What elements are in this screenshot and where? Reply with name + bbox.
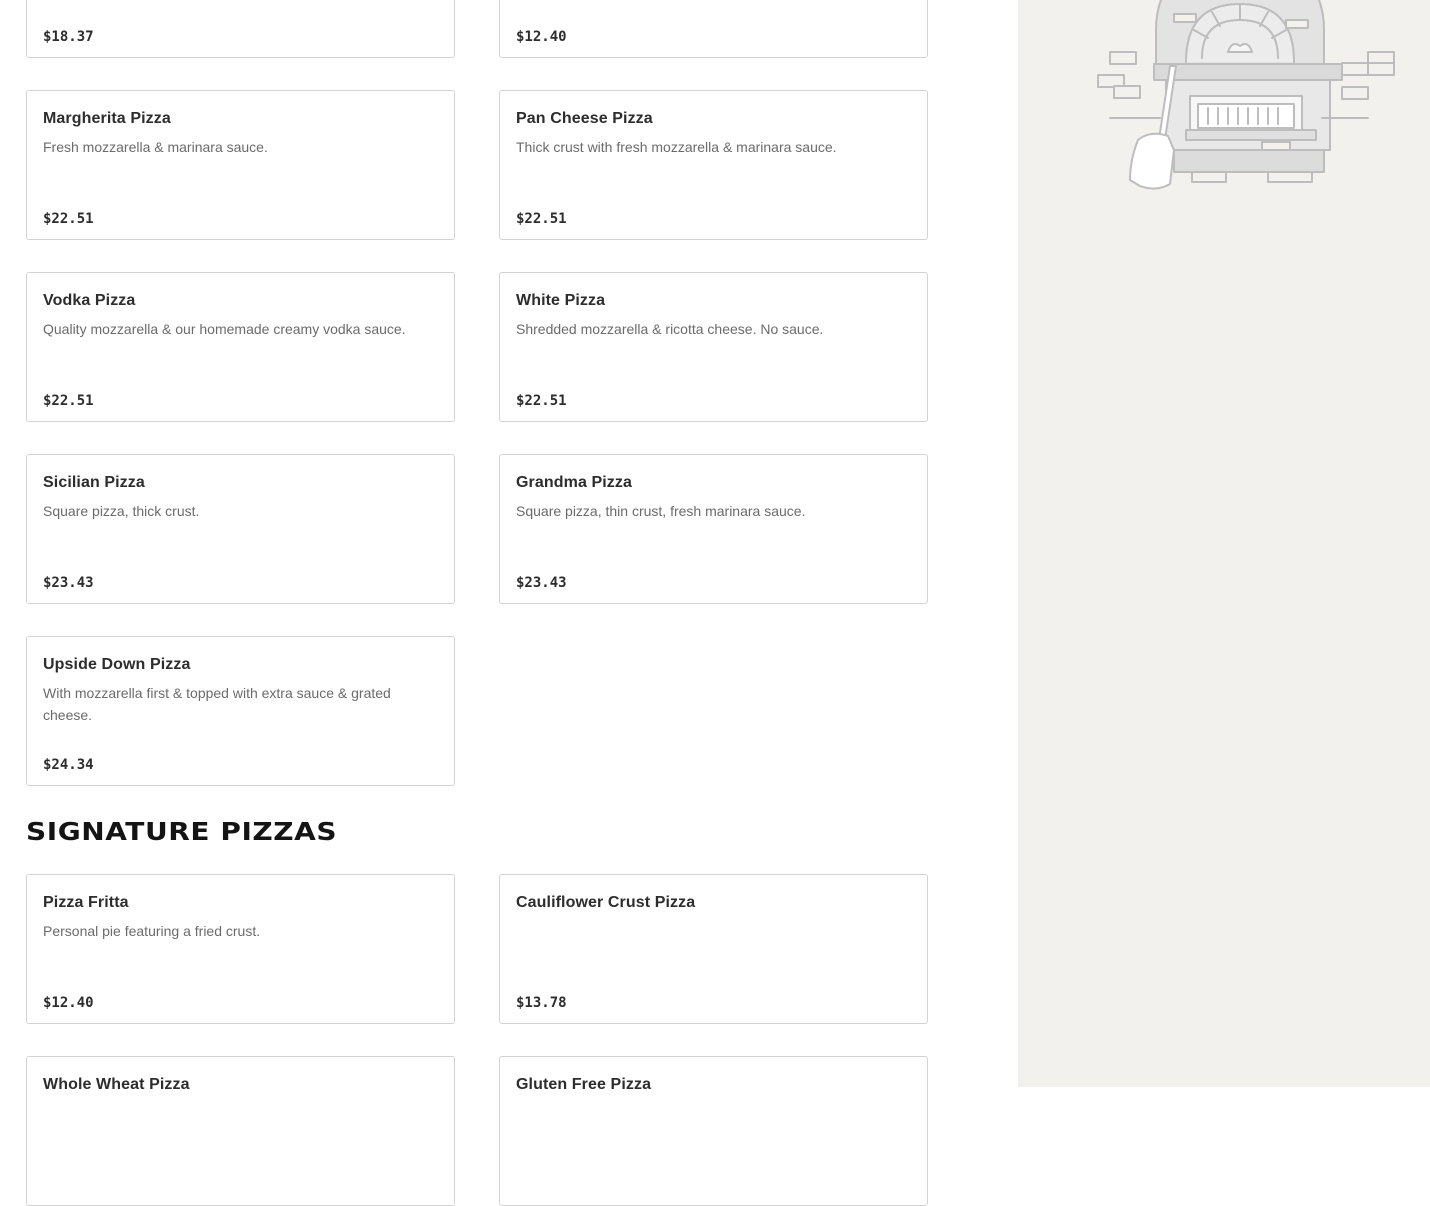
menu-item-name: Grandma Pizza (516, 474, 633, 491)
menu-item-card[interactable]: $12.40 (499, 0, 928, 58)
menu-item-name: Upside Down Pizza (43, 656, 191, 673)
menu-item-card[interactable]: Upside Down Pizza With mozzarella first … (26, 636, 455, 786)
menu-item-price: $24.34 (43, 757, 94, 773)
menu-item-name: Gluten Free Pizza (516, 1076, 652, 1093)
pizza-oven-icon (1097, 0, 1395, 190)
menu-item-card[interactable]: Margherita Pizza Fresh mozzarella & mari… (26, 90, 455, 240)
menu-item-card[interactable]: White Pizza Shredded mozzarella & ricott… (499, 272, 928, 422)
menu-item-description: Square pizza, thin crust, fresh marinara… (516, 503, 806, 519)
menu-item-description: With mozzarella first & topped with extr… (43, 685, 391, 723)
menu-item-price: $23.43 (516, 575, 567, 591)
menu-item-name: Whole Wheat Pizza (43, 1076, 190, 1093)
menu-item-price: $22.51 (516, 393, 567, 409)
menu-item-card[interactable]: Vodka Pizza Quality mozzarella & our hom… (26, 272, 455, 422)
menu-item-card[interactable]: Pizza Fritta Personal pie featuring a fr… (26, 874, 455, 1024)
menu-item-price: $12.40 (516, 29, 567, 45)
menu-item-description: Thick crust with fresh mozzarella & mari… (516, 139, 837, 155)
menu-item-description: Shredded mozzarella & ricotta cheese. No… (516, 321, 824, 337)
menu-item-card[interactable]: Grandma Pizza Square pizza, thin crust, … (499, 454, 928, 604)
menu-item-card[interactable]: Cauliflower Crust Pizza $13.78 (499, 874, 928, 1024)
menu-item-price: $12.40 (43, 995, 94, 1011)
menu-item-price: $22.51 (43, 393, 94, 409)
menu-item-description: Fresh mozzarella & marinara sauce. (43, 139, 268, 155)
menu-item-name: Pizza Fritta (43, 894, 129, 911)
menu-item-name: Margherita Pizza (43, 110, 171, 127)
menu-item-name: Cauliflower Crust Pizza (516, 894, 696, 911)
menu-item-card[interactable]: Sicilian Pizza Square pizza, thick crust… (26, 454, 455, 604)
menu-item-card[interactable]: Whole Wheat Pizza (26, 1056, 455, 1206)
menu-item-name: Pan Cheese Pizza (516, 110, 653, 127)
menu-item-name: White Pizza (516, 292, 606, 309)
menu-section: $18.37 $12.40 Margherita Pizza Fresh moz… (0, 0, 1018, 1206)
menu-item-card[interactable]: $18.37 (26, 0, 455, 58)
menu-item-name: Sicilian Pizza (43, 474, 145, 491)
menu-item-price: $18.37 (43, 29, 94, 45)
menu-item-price: $22.51 (516, 211, 567, 227)
menu-item-card[interactable]: Pan Cheese Pizza Thick crust with fresh … (499, 90, 928, 240)
menu-item-price: $23.43 (43, 575, 94, 591)
section-heading-signature-pizzas: SIGNATURE PIZZAS (26, 817, 338, 846)
menu-item-price: $22.51 (43, 211, 94, 227)
menu-item-description: Personal pie featuring a fried crust. (43, 923, 261, 939)
menu-item-name: Vodka Pizza (43, 292, 136, 309)
menu-item-card[interactable]: Gluten Free Pizza (499, 1056, 928, 1206)
sidebar-panel (1018, 0, 1430, 1087)
menu-item-description: Square pizza, thick crust. (43, 503, 200, 519)
menu-item-price: $13.78 (516, 995, 567, 1011)
menu-item-description: Quality mozzarella & our homemade creamy… (43, 321, 406, 337)
